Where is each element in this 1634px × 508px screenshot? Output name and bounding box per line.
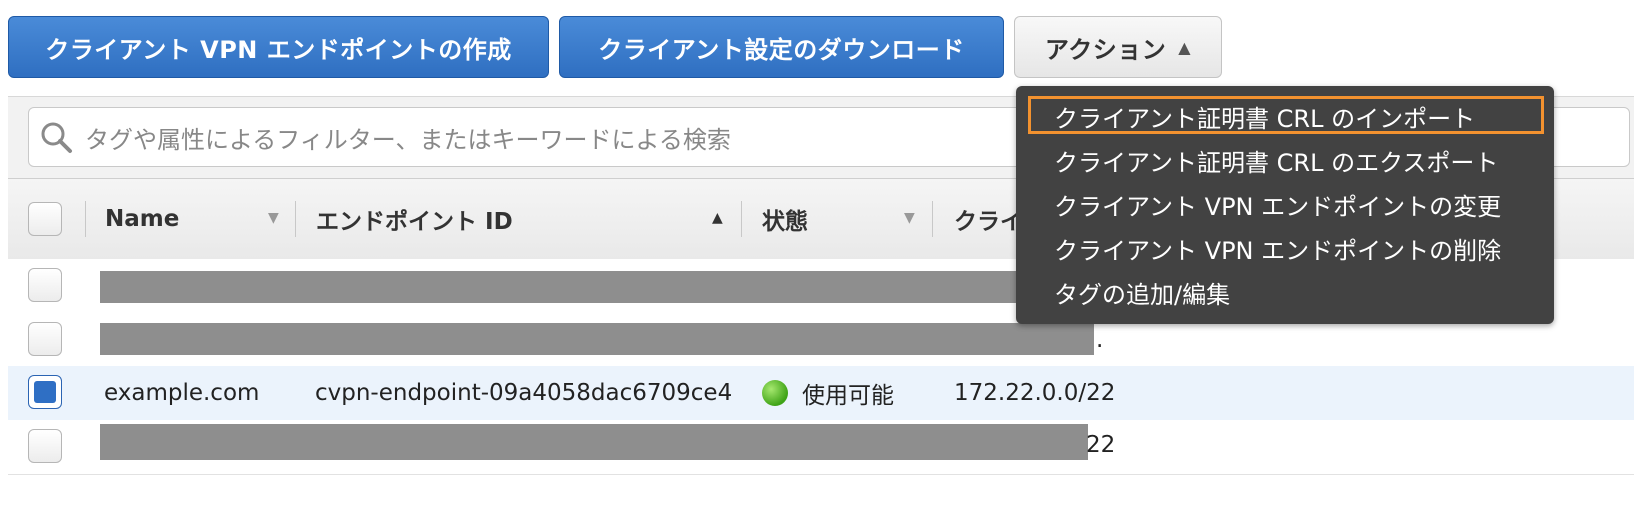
cell-endpoint-id: cvpn-endpoint-09a4058dac6709ce4 xyxy=(315,380,733,406)
column-header-client-cidr[interactable]: クライ xyxy=(954,179,1023,259)
redacted-content xyxy=(100,323,1094,355)
actions-menu: クライアント証明書 CRL のインポート クライアント証明書 CRL のエクスポ… xyxy=(1016,86,1554,324)
search-placeholder: タグや属性によるフィルター、またはキーワードによる検索 xyxy=(85,125,731,154)
actions-button-label: アクション xyxy=(1044,35,1167,64)
sort-up-icon[interactable]: ▲ xyxy=(712,210,723,226)
table-row-selected[interactable]: example.com cvpn-endpoint-09a4058dac6709… xyxy=(8,366,1634,421)
menu-item-modify-endpoint[interactable]: クライアント VPN エンドポイントの変更 xyxy=(1054,187,1501,222)
row-cidr-fragment: 22 xyxy=(1086,432,1116,458)
menu-item-import-crl[interactable]: クライアント証明書 CRL のインポート xyxy=(1054,99,1475,134)
column-divider xyxy=(741,201,742,237)
chevron-up-icon: ▲ xyxy=(1178,37,1192,57)
column-header-name[interactable]: Name xyxy=(105,179,179,259)
actions-dropdown-button[interactable]: アクション ▲ xyxy=(1014,16,1222,78)
sort-down-icon[interactable]: ▼ xyxy=(268,210,279,226)
column-header-endpoint-id[interactable]: エンドポイント ID xyxy=(316,179,513,259)
column-divider xyxy=(85,201,86,237)
create-vpn-endpoint-button[interactable]: クライアント VPN エンドポイントの作成 xyxy=(8,16,549,78)
cell-name: example.com xyxy=(104,380,260,406)
menu-item-export-crl[interactable]: クライアント証明書 CRL のエクスポート xyxy=(1054,143,1498,178)
column-header-status[interactable]: 状態 xyxy=(762,179,808,259)
row-checkbox[interactable] xyxy=(28,268,62,302)
redacted-content xyxy=(100,424,1088,460)
row-cidr-fragment: . xyxy=(1096,327,1104,353)
row-checkbox[interactable] xyxy=(28,429,62,463)
status-label: 使用可能 xyxy=(802,383,894,409)
row-checkbox[interactable] xyxy=(28,375,62,409)
select-all-checkbox[interactable] xyxy=(28,202,62,236)
cell-client-cidr: 172.22.0.0/22 xyxy=(954,380,1116,406)
search-icon xyxy=(41,122,72,153)
sort-down-icon[interactable]: ▼ xyxy=(904,210,915,226)
download-client-config-button[interactable]: クライアント設定のダウンロード xyxy=(559,16,1004,78)
table-row[interactable]: 22 xyxy=(8,420,1634,475)
menu-item-delete-endpoint[interactable]: クライアント VPN エンドポイントの削除 xyxy=(1054,231,1501,266)
cell-status: 使用可能 xyxy=(762,366,894,420)
status-available-icon xyxy=(762,380,788,406)
redacted-content xyxy=(100,271,1020,303)
column-divider xyxy=(932,201,933,237)
row-checkbox[interactable] xyxy=(28,322,62,356)
menu-item-add-edit-tags[interactable]: タグの追加/編集 xyxy=(1054,275,1230,310)
column-divider xyxy=(295,201,296,237)
